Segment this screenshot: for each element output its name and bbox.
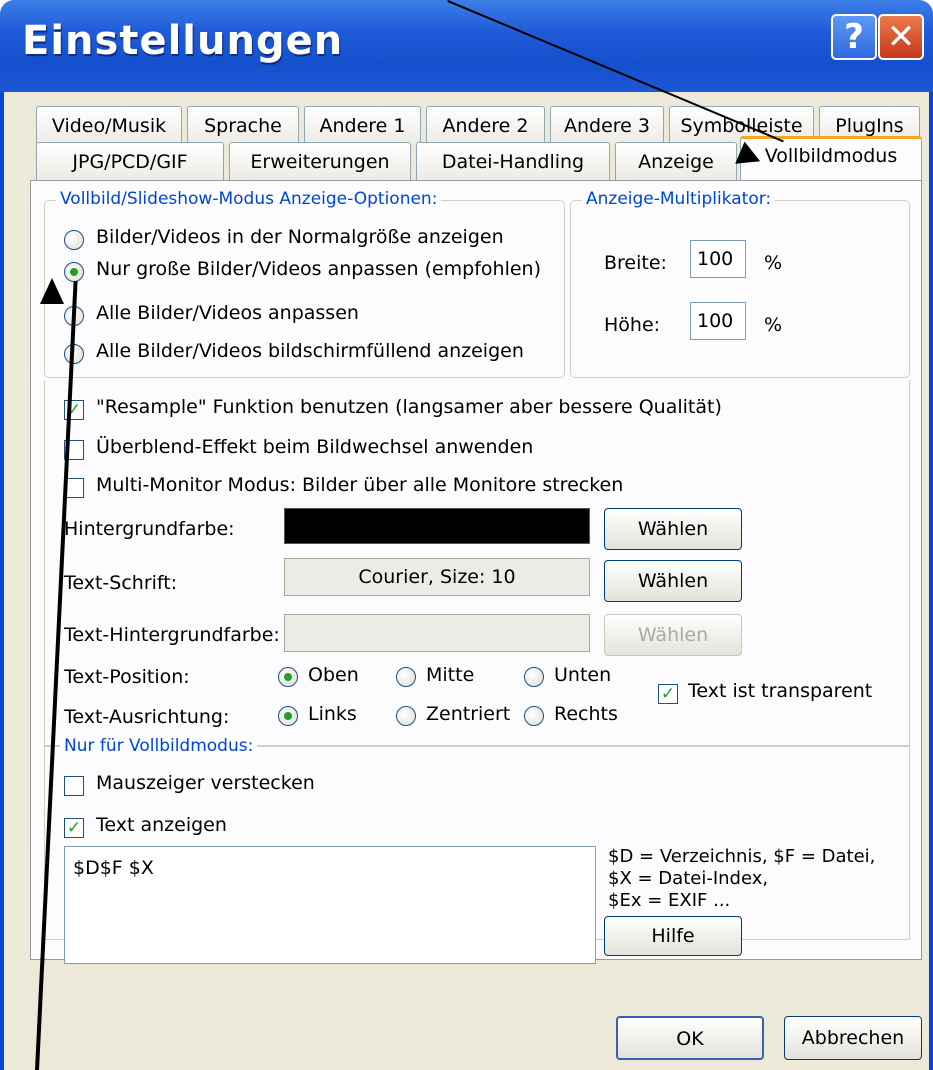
radio-fit-all-label[interactable]: Alle Bilder/Videos anpassen <box>96 302 359 324</box>
radio-align-center[interactable] <box>396 706 416 726</box>
multiplier-legend: Anzeige-Multiplikator: <box>582 189 776 209</box>
help-icon[interactable]: ? <box>831 14 877 60</box>
transparent-checkbox[interactable]: ✓ <box>658 684 678 704</box>
radio-position-bottom[interactable] <box>524 667 544 687</box>
window-title: Einstellungen <box>22 18 344 64</box>
radio-align-left[interactable] <box>278 706 298 726</box>
tab-andere-1[interactable]: Andere 1 <box>304 106 421 144</box>
radio-align-right[interactable] <box>524 706 544 726</box>
width-unit: % <box>764 252 783 274</box>
radio-position-middle-label[interactable]: Mitte <box>426 664 474 686</box>
radio-align-center-label[interactable]: Zentriert <box>426 703 510 725</box>
show-text-checkbox[interactable]: ✓ <box>64 818 84 838</box>
help-line-2: $X = Datei-Index, <box>608 868 769 889</box>
fullscreen-only-legend: Nur für Vollbildmodus: <box>60 736 258 756</box>
resample-label[interactable]: "Resample" Funktion benutzen (langsamer … <box>96 396 722 418</box>
tab-erweiterungen[interactable]: Erweiterungen <box>229 142 411 180</box>
show-text-label[interactable]: Text anzeigen <box>96 814 227 836</box>
radio-position-bottom-label[interactable]: Unten <box>554 664 611 686</box>
background-color-swatch <box>284 508 590 544</box>
ok-button[interactable]: OK <box>616 1016 764 1060</box>
radio-position-middle[interactable] <box>396 667 416 687</box>
help-line-3: $Ex = EXIF ... <box>608 890 731 911</box>
font-label: Text-Schrift: <box>64 572 178 594</box>
background-color-label: Hintergrundfarbe: <box>64 518 235 540</box>
height-input[interactable]: 100 <box>690 302 746 340</box>
radio-position-top-label[interactable]: Oben <box>308 664 359 686</box>
font-choose-button[interactable]: Wählen <box>604 560 742 602</box>
text-background-choose-button[interactable]: Wählen <box>604 614 742 656</box>
background-color-choose-button[interactable]: Wählen <box>604 508 742 550</box>
radio-align-right-label[interactable]: Rechts <box>554 703 618 725</box>
radio-fit-large[interactable] <box>64 262 84 282</box>
cancel-button[interactable]: Abbrechen <box>784 1016 922 1060</box>
radio-normal-size-label[interactable]: Bilder/Videos in der Normalgröße anzeige… <box>96 226 504 248</box>
help-button[interactable]: Hilfe <box>604 916 742 956</box>
tab-datei-handling[interactable]: Datei-Handling <box>416 142 610 180</box>
overlay-text-input[interactable]: $D$F $X <box>64 846 596 964</box>
text-background-label: Text-Hintergrundfarbe: <box>64 624 280 646</box>
close-icon[interactable]: ✕ <box>878 14 924 60</box>
multiplier-group <box>570 200 910 378</box>
help-line-1: $D = Verzeichnis, $F = Datei, <box>608 846 876 867</box>
blend-label[interactable]: Überblend-Effekt beim Bildwechsel anwend… <box>96 436 533 458</box>
tab-andere-3[interactable]: Andere 3 <box>550 106 664 144</box>
radio-fit-large-label[interactable]: Nur große Bilder/Videos anpassen (empfoh… <box>96 258 541 280</box>
radio-position-top[interactable] <box>278 667 298 687</box>
hide-cursor-label[interactable]: Mauszeiger verstecken <box>96 772 315 794</box>
transparent-label[interactable]: Text ist transparent <box>688 680 872 702</box>
radio-align-left-label[interactable]: Links <box>308 703 357 725</box>
tab-vollbildmodus[interactable]: Vollbildmodus <box>740 136 922 181</box>
tab-video-musik[interactable]: Video/Musik <box>36 106 182 144</box>
text-alignment-label: Text-Ausrichtung: <box>64 706 230 728</box>
width-label: Breite: <box>604 252 667 274</box>
radio-fill-screen-label[interactable]: Alle Bilder/Videos bildschirmfüllend anz… <box>96 340 524 362</box>
text-background-swatch <box>284 614 590 652</box>
font-display: Courier, Size: 10 <box>284 558 590 596</box>
title-bar[interactable]: Einstellungen ? ✕ <box>0 0 933 92</box>
multimonitor-label[interactable]: Multi-Monitor Modus: Bilder über alle Mo… <box>96 474 623 496</box>
height-unit: % <box>764 314 783 336</box>
tab-sprache[interactable]: Sprache <box>187 106 299 144</box>
height-label: Höhe: <box>604 314 661 336</box>
display-options-legend: Vollbild/Slideshow-Modus Anzeige-Optione… <box>56 189 442 209</box>
hide-cursor-checkbox[interactable] <box>64 776 84 796</box>
radio-normal-size[interactable] <box>64 230 84 250</box>
width-input[interactable]: 100 <box>690 240 746 278</box>
tab-jpg-pcd-gif[interactable]: JPG/PCD/GIF <box>36 142 224 180</box>
text-position-label: Text-Position: <box>64 666 190 688</box>
tab-andere-2[interactable]: Andere 2 <box>426 106 545 144</box>
tab-anzeige[interactable]: Anzeige <box>615 142 737 180</box>
annotation-arrow-left-head <box>40 278 64 304</box>
